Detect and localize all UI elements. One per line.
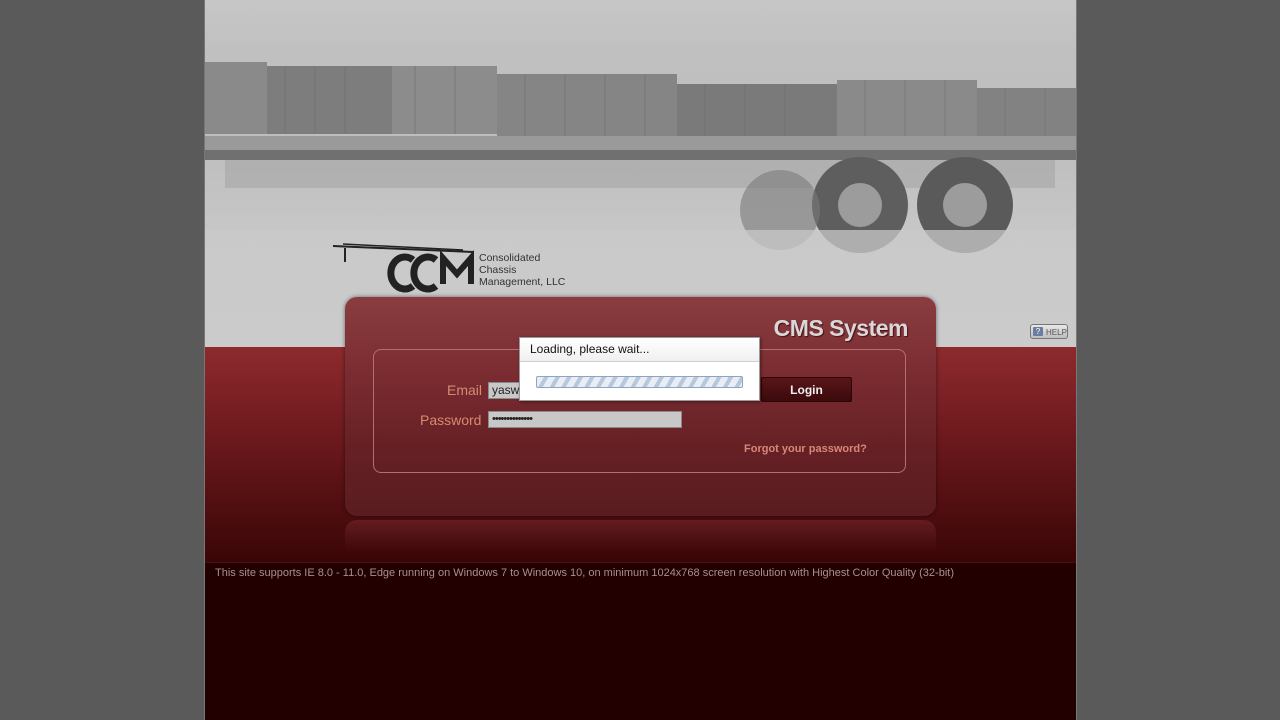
login-panel: CMS System Email yasw Password •••••••••…	[345, 297, 936, 516]
system-title: CMS System	[773, 315, 909, 341]
browser-support-notice: This site supports IE 8.0 - 11.0, Edge r…	[215, 567, 954, 579]
loading-progress-bar	[536, 376, 743, 388]
hero-banner: Consolidated Chassis Management, LLC	[205, 0, 1076, 347]
footer-divider	[205, 562, 1076, 563]
help-button[interactable]: ? HELP	[1030, 324, 1068, 339]
password-label: Password	[420, 412, 482, 428]
email-label: Email	[447, 382, 483, 398]
loading-dialog: Loading, please wait...	[519, 337, 760, 401]
help-icon: ?	[1033, 327, 1043, 336]
password-field[interactable]: ••••••••••••••	[488, 411, 682, 428]
loading-title: Loading, please wait...	[520, 338, 759, 362]
forgot-password-link[interactable]: Forgot your password?	[744, 443, 867, 455]
help-label: HELP	[1046, 328, 1067, 337]
company-name: Consolidated Chassis Management, LLC	[479, 252, 566, 288]
panel-reflection	[345, 520, 936, 552]
login-button[interactable]: Login	[761, 377, 852, 402]
